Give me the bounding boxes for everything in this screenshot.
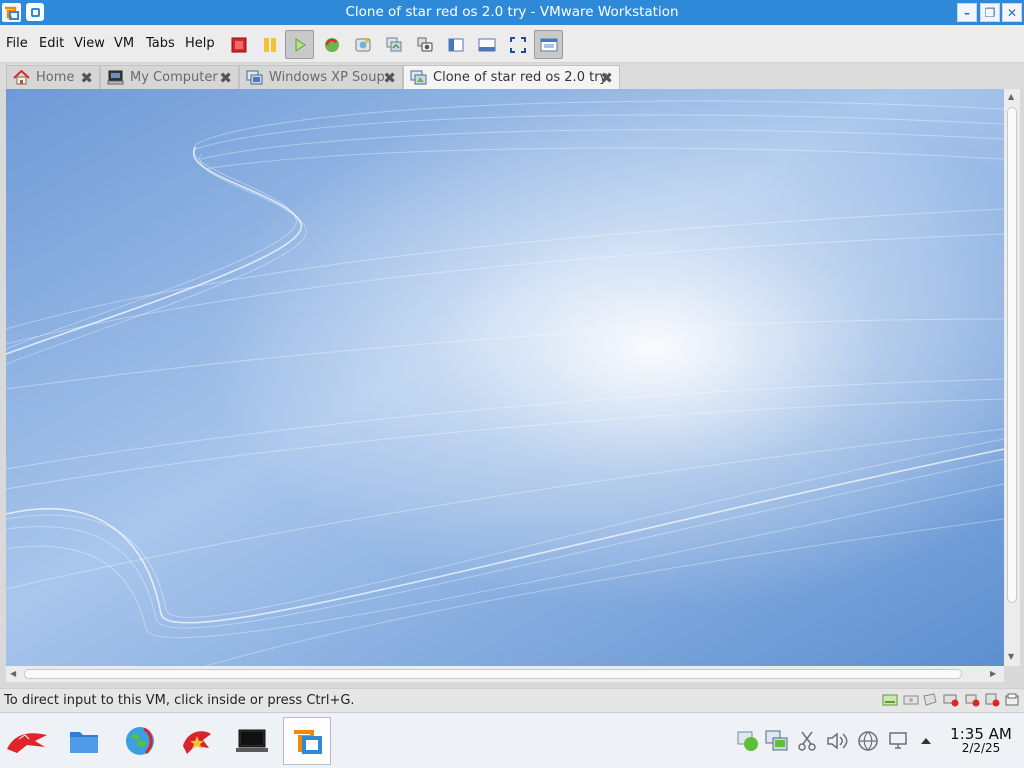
clock-date[interactable]: 2/2/25 (946, 741, 1016, 755)
taskbar (0, 712, 1024, 768)
unity-view-icon (540, 38, 557, 51)
tab-my-computer[interactable]: My Computer ✖ (100, 65, 239, 89)
library-view-icon (448, 38, 463, 51)
file-manager-icon (70, 732, 98, 753)
tab-my-computer-close-icon[interactable]: ✖ (219, 69, 232, 87)
computer-icon (107, 70, 124, 85)
terminal-button[interactable] (228, 717, 276, 765)
revert-snapshot-icon (324, 37, 339, 52)
vm-display[interactable] (6, 89, 1004, 666)
guest-desktop-wallpaper (6, 89, 1004, 666)
power-off-button[interactable] (224, 30, 253, 59)
unity-view-button[interactable] (534, 30, 563, 59)
display-tray[interactable] (886, 729, 910, 753)
tab-clone-star-red-os[interactable]: Clone of star red os 2.0 try ✖ (403, 65, 620, 89)
network-status-icon (737, 731, 758, 751)
tab-bar: Home ✖ My Computer ✖ Windows XP Soup ✖ C… (0, 63, 1024, 89)
thumbnail-bar-icon (478, 38, 495, 51)
close-button[interactable]: ✕ (1002, 3, 1022, 22)
sound-card-icon[interactable] (984, 693, 1000, 707)
menu-help[interactable]: Help (185, 36, 215, 51)
suspend-button[interactable] (255, 30, 284, 59)
minimize-button[interactable]: – (957, 3, 977, 22)
snapshot-manager-button[interactable] (379, 30, 408, 59)
floppy-icon[interactable] (922, 693, 938, 707)
menu-tabs[interactable]: Tabs (146, 36, 175, 51)
scroll-left-icon[interactable]: ◀ (10, 669, 16, 678)
vmware-workstation-button[interactable] (283, 717, 331, 765)
fullscreen-button[interactable] (503, 30, 532, 59)
title-bar: Clone of star red os 2.0 try - VMware Wo… (0, 0, 1024, 25)
status-bar: To direct input to this VM, click inside… (0, 688, 1024, 712)
menu-view[interactable]: View (74, 36, 105, 51)
usb-controller-icon[interactable] (964, 693, 980, 707)
file-manager-button[interactable] (60, 717, 108, 765)
scroll-up-icon[interactable]: ▲ (1008, 92, 1014, 101)
menu-file[interactable]: File (6, 36, 28, 51)
take-snapshot-button[interactable] (348, 30, 377, 59)
tab-windows-xp-soup-close-icon[interactable]: ✖ (383, 69, 396, 87)
snapshot-camera-button[interactable] (410, 30, 439, 59)
network-status-tray[interactable] (736, 729, 760, 753)
home-icon (13, 70, 30, 85)
power-off-icon (231, 37, 246, 52)
tab-windows-xp-soup-label: Windows XP Soup (269, 70, 385, 85)
volume-tray[interactable] (825, 729, 849, 753)
network-adapter-icon[interactable] (943, 693, 959, 707)
thumbnail-bar-button[interactable] (472, 30, 501, 59)
scissors-icon (798, 731, 816, 751)
vertical-scrollbar[interactable]: ▲ ▼ (1004, 89, 1020, 666)
vmware-tray[interactable] (765, 729, 789, 753)
power-on-button[interactable] (285, 30, 314, 59)
revert-snapshot-button[interactable] (317, 30, 346, 59)
tab-clone-star-red-os-label: Clone of star red os 2.0 try (433, 70, 608, 85)
horizontal-scrollbar[interactable]: ◀ ▶ (6, 666, 1004, 682)
take-snapshot-icon (355, 38, 370, 51)
start-menu-icon (7, 733, 47, 753)
internet-tray[interactable] (856, 729, 880, 753)
tab-clone-star-red-os-close-icon[interactable]: ✖ (600, 69, 613, 87)
scroll-down-icon[interactable]: ▼ (1008, 652, 1014, 661)
snapshot-manager-icon (386, 37, 401, 51)
tab-home-label: Home (36, 70, 75, 85)
menu-toolbar: File Edit View VM Tabs Help (0, 25, 1024, 63)
vm-clone-icon (410, 70, 427, 85)
scroll-right-icon[interactable]: ▶ (990, 669, 996, 678)
start-menu-button[interactable] (3, 717, 51, 765)
power-on-icon (295, 37, 306, 52)
terminal-icon (236, 729, 268, 752)
redstar-app-icon (183, 731, 211, 754)
volume-icon (827, 732, 848, 750)
vmware-workstation-icon (294, 730, 322, 754)
tray-expand-icon (921, 738, 931, 744)
tab-home[interactable]: Home ✖ (6, 65, 100, 89)
suspend-icon (263, 37, 276, 52)
globe-network-icon (858, 731, 878, 751)
browser-globe-icon (126, 727, 154, 755)
fullscreen-icon (509, 36, 526, 53)
menu-edit[interactable]: Edit (39, 36, 64, 51)
printer-icon[interactable] (1004, 693, 1020, 707)
cd-dvd-icon[interactable] (903, 693, 919, 707)
menu-vm[interactable]: VM (114, 36, 134, 51)
horizontal-scroll-thumb[interactable] (24, 669, 962, 679)
snapshot-camera-icon (417, 37, 432, 51)
library-view-button[interactable] (441, 30, 470, 59)
vm-icon (246, 70, 263, 85)
tab-home-close-icon[interactable]: ✖ (80, 69, 93, 87)
window-title: Clone of star red os 2.0 try - VMware Wo… (345, 4, 679, 20)
tab-windows-xp-soup[interactable]: Windows XP Soup ✖ (239, 65, 403, 89)
screenshot-tray[interactable] (795, 729, 819, 753)
tab-my-computer-label: My Computer (130, 70, 218, 85)
restore-button[interactable]: ❐ (980, 3, 1000, 22)
browser-button[interactable] (116, 717, 164, 765)
vmware-tray-icon (765, 730, 788, 751)
hard-disk-icon[interactable] (882, 693, 898, 707)
display-icon (889, 732, 907, 749)
redstar-app-button[interactable] (172, 717, 220, 765)
status-hint: To direct input to this VM, click inside… (4, 693, 355, 708)
vertical-scroll-thumb[interactable] (1007, 107, 1017, 603)
tray-expand-button[interactable] (914, 729, 938, 753)
